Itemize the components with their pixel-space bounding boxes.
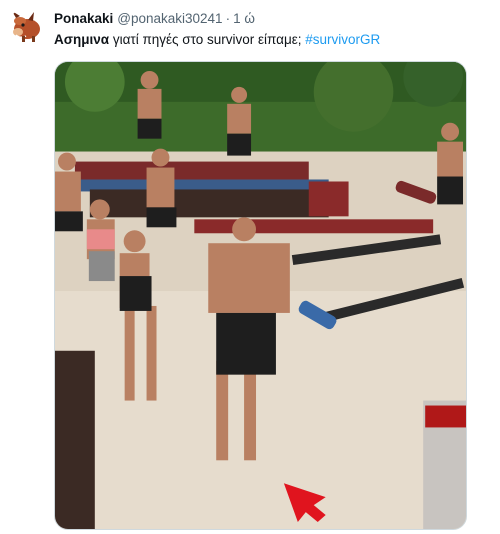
pumbaa-avatar-icon [12, 11, 40, 42]
separator-dot: · [225, 11, 231, 26]
hashtag-link[interactable]: #survivorGR [305, 32, 380, 47]
author-handle[interactable]: @ponakaki30241 [117, 11, 222, 26]
timestamp[interactable]: 1 ώ [233, 11, 255, 26]
tweet-header: Ponakaki @ponakaki30241 · 1 ώ [54, 10, 255, 28]
tweet-photo[interactable] [54, 61, 467, 530]
author-name[interactable]: Ponakaki [54, 11, 113, 26]
tweet-text-body: γιατί πηγές στο survivor είπαμε; [109, 32, 306, 47]
avatar[interactable] [8, 8, 46, 46]
tweet-text: Ασημινα γιατί πηγές στο survivor είπαμε;… [54, 31, 380, 49]
tweet-text-bold: Ασημινα [54, 32, 110, 47]
tweet: Ponakaki @ponakaki30241 · 1 ώ Ασημινα γιατί… [0, 0, 500, 534]
